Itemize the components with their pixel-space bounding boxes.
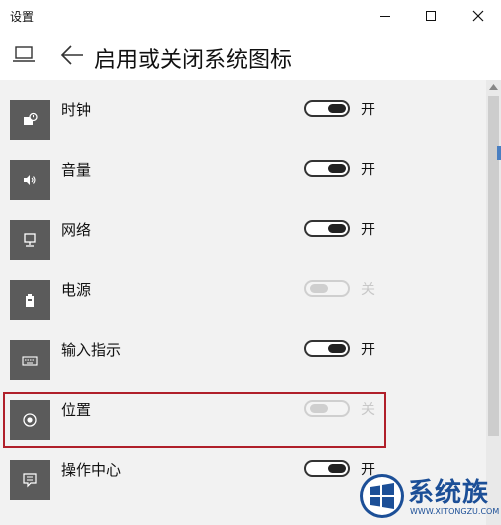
close-button[interactable] xyxy=(455,0,501,32)
power-icon xyxy=(26,294,34,307)
item-label-action-center: 操作中心 xyxy=(61,461,122,479)
toggle-state-input-indicator: 开 xyxy=(361,342,375,358)
tile-action-center xyxy=(10,460,50,500)
minimize-icon xyxy=(380,16,390,17)
toggle-state-network: 开 xyxy=(361,222,375,238)
maximize-icon xyxy=(426,11,436,21)
page-header: 启用或关闭系统图标 xyxy=(0,32,501,80)
action-center-icon xyxy=(23,473,37,488)
toggle-input-indicator[interactable] xyxy=(304,340,350,357)
toggle-clock[interactable] xyxy=(304,100,350,117)
toggle-state-volume: 开 xyxy=(361,162,375,178)
tile-input-indicator xyxy=(10,340,50,380)
item-label-input-indicator: 输入指示 xyxy=(61,341,122,359)
toggle-state-clock: 开 xyxy=(361,102,375,118)
network-icon xyxy=(24,233,36,247)
tile-clock xyxy=(10,100,50,140)
list-item-network: 网络 开 xyxy=(0,200,486,260)
tile-power xyxy=(10,280,50,320)
list-item-power: 电源 关 xyxy=(0,260,486,320)
toggle-power[interactable] xyxy=(304,280,350,297)
item-label-clock: 时钟 xyxy=(61,101,92,119)
windows-logo-icon xyxy=(360,474,404,518)
item-label-volume: 音量 xyxy=(61,161,92,179)
highlight-box xyxy=(3,392,386,448)
close-icon xyxy=(472,10,484,22)
watermark-url: WWW.XITONGZU.COM xyxy=(410,507,500,516)
toggle-action-center[interactable] xyxy=(304,460,350,477)
title-bar: 设置 xyxy=(0,0,501,32)
watermark-text: 系统族 xyxy=(408,478,490,508)
scroll-marker xyxy=(497,146,501,160)
scroll-up-icon[interactable] xyxy=(489,84,498,90)
list-item-volume: 音量 开 xyxy=(0,140,486,200)
clock-icon xyxy=(24,112,38,125)
minimize-button[interactable] xyxy=(362,0,408,32)
back-arrow-icon xyxy=(60,45,83,65)
maximize-button[interactable] xyxy=(408,0,454,32)
system-icons-list: 时钟 开 音量 开 网络 开 电源 关 输入指示 开 位置 关 操作中心 开 xyxy=(0,80,486,525)
tile-volume xyxy=(10,160,50,200)
item-label-power: 电源 xyxy=(61,281,92,299)
tile-network xyxy=(10,220,50,260)
window-title: 设置 xyxy=(10,10,35,24)
list-item-input-indicator: 输入指示 开 xyxy=(0,320,486,380)
toggle-volume[interactable] xyxy=(304,160,350,177)
back-button[interactable] xyxy=(59,42,85,72)
toggle-state-power: 关 xyxy=(361,282,375,298)
volume-icon xyxy=(24,175,36,185)
keyboard-icon xyxy=(22,356,38,366)
toggle-network[interactable] xyxy=(304,220,350,237)
watermark: 系统族 WWW.XITONGZU.COM xyxy=(352,466,501,525)
laptop-icon xyxy=(13,46,35,62)
item-label-network: 网络 xyxy=(61,221,92,239)
list-item-clock: 时钟 开 xyxy=(0,80,486,140)
page-title: 启用或关闭系统图标 xyxy=(94,48,293,73)
